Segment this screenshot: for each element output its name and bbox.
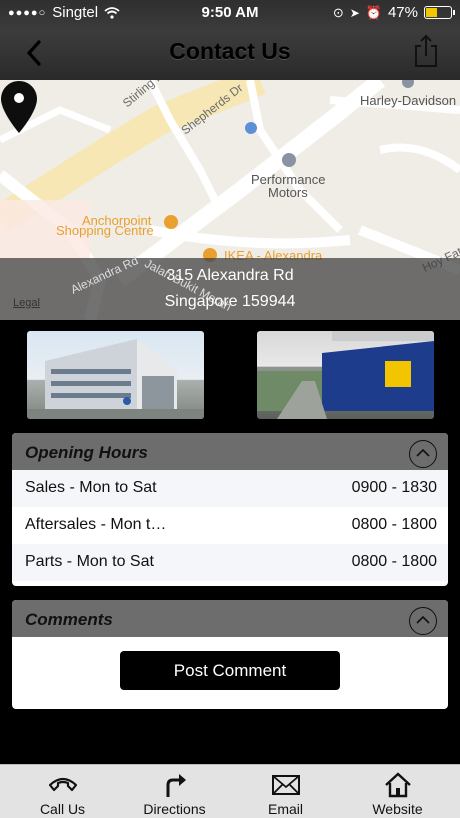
email-icon [272,775,300,795]
ikea-building-image [257,331,434,419]
location-icon: ➤ [349,5,360,20]
hours-row: Aftersales - Mon t… 0800 - 1800 [12,507,448,544]
top-bar: ●●●●○ Singtel 9:50 AM ⊙ ➤ ⏰ 47% Contact … [0,0,460,80]
opening-hours-header[interactable]: Opening Hours [12,433,448,470]
page-title: Contact Us [169,38,291,64]
showroom-building-image [27,339,204,419]
home-icon [385,772,411,798]
nav-bar: Contact Us [0,26,460,80]
phone-icon [48,777,78,792]
tab-directions[interactable]: Directions [117,765,232,818]
map-label: Motors [268,185,308,200]
hours-row: Parts - Mon to Sat 0800 - 1800 [12,544,448,581]
map-label: Shopping Centre [56,223,154,238]
comments-card: Comments Post Comment [12,600,448,709]
showroom-photo[interactable] [27,331,204,419]
hours-label: Sales - Mon to Sat [25,479,157,496]
comments-header[interactable]: Comments [12,600,448,637]
tab-email[interactable]: Email [228,765,343,818]
battery-icon [424,6,455,19]
alarm-icon: ⏰ [365,4,382,20]
ikea-photo[interactable] [257,331,434,419]
tab-call-us[interactable]: Call Us [5,765,120,818]
lock-rotation-icon: ⊙ [332,4,344,20]
address-line-1: 315 Alexandra Rd [166,267,294,284]
tab-label: Directions [143,801,206,817]
hours-row: Sales - Mon to Sat 0900 - 1830 [12,470,448,507]
tab-label: Website [372,801,423,817]
map-label: Harley-Davidson [360,93,457,108]
hours-label: Aftersales - Mon t… [25,516,167,533]
status-bar: ●●●●○ Singtel 9:50 AM ⊙ ➤ ⏰ 47% [0,0,460,26]
legal-link[interactable]: Legal [13,297,40,309]
post-comment-button[interactable]: Post Comment [120,651,340,690]
collapse-icon[interactable] [409,440,437,468]
battery-percent: 47% [387,4,418,21]
map-view[interactable]: Stirling Rd Shepherds Dr Harley-Davidson… [0,80,460,320]
address-line-2: Singapore 159944 [164,293,296,310]
directions-icon [166,774,186,797]
opening-hours-title: Opening Hours [25,443,148,462]
comments-title: Comments [25,610,113,629]
tab-label: Email [267,801,303,817]
tab-website[interactable]: Website [340,765,455,818]
hours-value: 0900 - 1830 [351,479,437,496]
collapse-icon[interactable] [409,607,437,635]
location-pin-icon [1,81,37,133]
hours-value: 0800 - 1800 [351,516,437,533]
tab-label: Call Us [39,801,86,817]
opening-hours-card: Opening Hours Sales - Mon to Sat 0900 - … [12,433,448,586]
hours-value: 0800 - 1800 [351,553,437,570]
address-overlay: Alexandra Rd Jalan Bukit Merah 315 Alexa… [0,253,460,320]
share-icon[interactable] [412,34,440,68]
hours-label: Parts - Mon to Sat [25,553,154,570]
tab-bar: Call Us Directions Email Website [0,764,460,818]
